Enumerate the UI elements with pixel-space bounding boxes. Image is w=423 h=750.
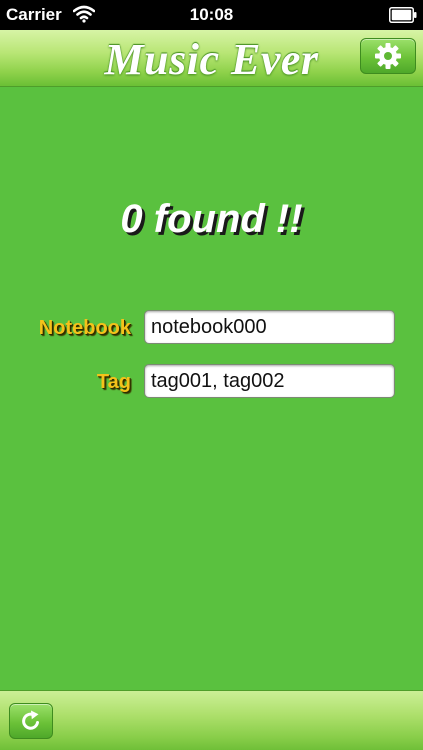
refresh-button[interactable] <box>9 703 53 739</box>
status-bar: Carrier 10:08 <box>0 0 423 30</box>
status-time: 10:08 <box>189 5 234 24</box>
gear-icon <box>375 43 401 69</box>
refresh-icon <box>22 710 39 730</box>
settings-button[interactable] <box>360 38 416 74</box>
tag-label: Tag <box>96 371 131 393</box>
result-count-title: 0 found !! <box>120 197 303 241</box>
bottom-toolbar <box>0 690 423 750</box>
battery-icon <box>389 7 417 23</box>
notebook-input[interactable] <box>144 310 395 344</box>
notebook-label: Notebook <box>38 317 131 339</box>
navigation-bar: Music Ever <box>0 30 423 87</box>
tag-input[interactable] <box>144 364 395 398</box>
